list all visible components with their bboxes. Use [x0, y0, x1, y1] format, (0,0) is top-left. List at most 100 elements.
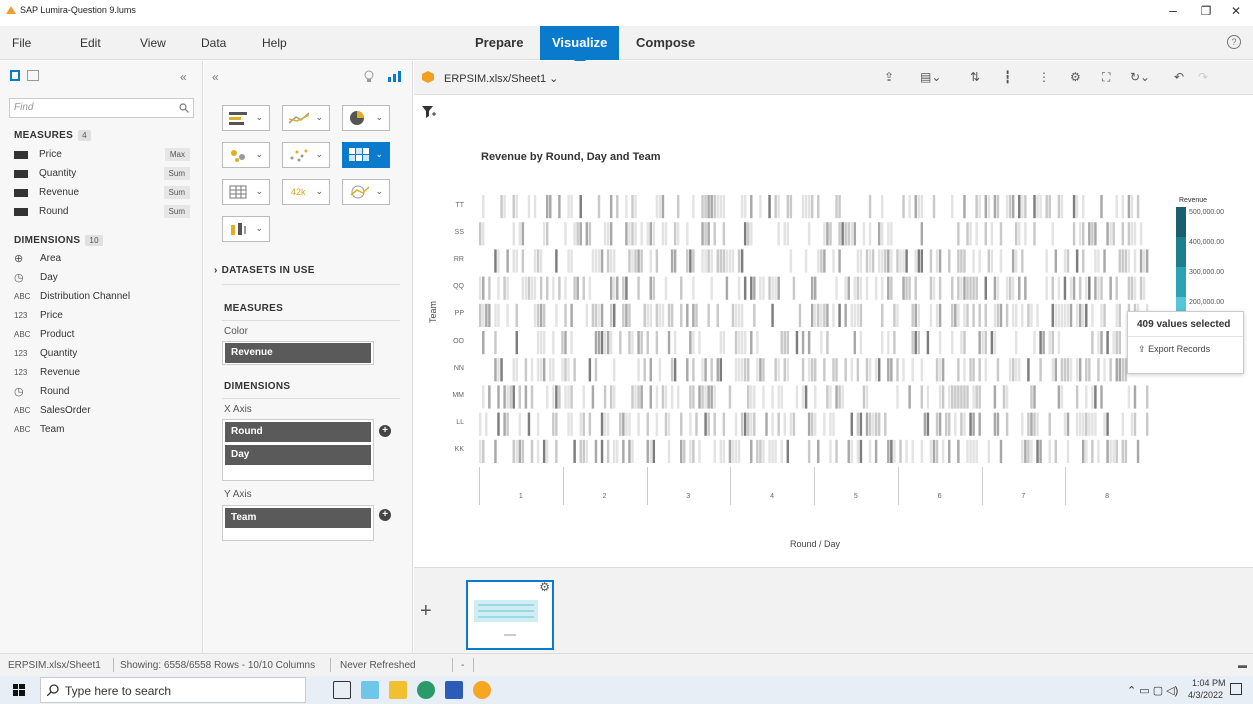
heatmap-cell[interactable] — [609, 385, 613, 409]
heatmap-cell[interactable] — [896, 303, 899, 327]
heatmap-cell[interactable] — [564, 222, 567, 246]
heatmap-cell[interactable] — [1097, 439, 1100, 463]
heatmap-cell[interactable] — [695, 412, 698, 436]
heatmap-cell[interactable] — [908, 385, 911, 409]
heatmap-cell[interactable] — [917, 331, 920, 355]
heatmap-cell[interactable] — [786, 222, 790, 246]
heatmap-cell[interactable] — [549, 358, 552, 382]
heatmap-cell[interactable] — [743, 331, 747, 355]
heatmap-cell[interactable] — [740, 303, 744, 327]
heatmap-cell[interactable] — [777, 358, 780, 382]
heatmap-cell[interactable] — [652, 439, 656, 463]
heatmap-cell[interactable] — [743, 276, 747, 300]
heatmap-cell[interactable] — [536, 331, 540, 355]
heatmap-cell[interactable] — [564, 331, 567, 355]
heatmap-cell[interactable] — [826, 303, 829, 327]
heatmap-cell[interactable] — [954, 303, 957, 327]
heatmap-cell[interactable] — [1133, 385, 1137, 409]
heatmap-cell[interactable] — [972, 439, 975, 463]
heatmap-cell[interactable] — [719, 249, 723, 273]
heatmap-cell[interactable] — [683, 439, 686, 463]
heatmap-cell[interactable] — [546, 276, 549, 300]
heatmap-cell[interactable] — [960, 276, 963, 300]
heatmap-cell[interactable] — [987, 195, 991, 219]
heatmap-cell[interactable] — [701, 195, 704, 219]
heatmap-cell[interactable] — [978, 331, 981, 355]
heatmap-cell[interactable] — [692, 195, 695, 219]
heatmap-cell[interactable] — [996, 303, 1000, 327]
heatmap-cell[interactable] — [908, 276, 911, 300]
heatmap-cell[interactable] — [951, 385, 954, 409]
heatmap-cell[interactable] — [963, 249, 966, 273]
heatmap-cell[interactable] — [631, 439, 634, 463]
dimension-item[interactable]: ABC Product — [14, 327, 194, 345]
heatmap-cell[interactable] — [1011, 195, 1015, 219]
heatmap-cell[interactable] — [868, 439, 872, 463]
heatmap-cell[interactable] — [640, 385, 643, 409]
heatmap-cell[interactable] — [1063, 412, 1067, 436]
heatmap-cell[interactable] — [482, 385, 485, 409]
heatmap-cell[interactable] — [814, 385, 817, 409]
heatmap-cell[interactable] — [1060, 358, 1064, 382]
heatmap-cell[interactable] — [948, 385, 951, 409]
heatmap-cell[interactable] — [1036, 195, 1039, 219]
comment-icon[interactable]: ▬ — [1238, 660, 1247, 670]
heatmap-cell[interactable] — [1024, 439, 1027, 463]
heatmap-cell[interactable] — [856, 276, 860, 300]
heatmap-cell[interactable] — [948, 412, 951, 436]
heatmap-cell[interactable] — [966, 222, 969, 246]
heatmap-cell[interactable] — [609, 195, 613, 219]
find-input[interactable]: Find — [9, 98, 194, 118]
lightbulb-icon[interactable] — [364, 70, 374, 83]
heatmap-cell[interactable] — [710, 249, 713, 273]
heatmap-cell[interactable] — [1033, 385, 1036, 409]
heatmap-cell[interactable] — [622, 439, 625, 463]
heatmap-cell[interactable] — [868, 412, 872, 436]
heatmap-cell[interactable] — [1103, 358, 1106, 382]
heatmap-cell[interactable] — [1024, 276, 1027, 300]
heatmap-cell[interactable] — [625, 195, 628, 219]
measure-price[interactable]: Price Max — [14, 147, 190, 165]
heatmap-cell[interactable] — [1054, 358, 1058, 382]
heatmap-cell[interactable] — [725, 249, 729, 273]
heatmap-cell[interactable] — [804, 249, 808, 273]
heatmap-cell[interactable] — [865, 412, 869, 436]
heatmap-cell[interactable] — [500, 358, 503, 382]
heatmap-cell[interactable] — [777, 222, 780, 246]
heatmap-cell[interactable] — [701, 385, 704, 409]
heatmap-cell[interactable] — [996, 195, 1000, 219]
heatmap-cell[interactable] — [570, 303, 573, 327]
heatmap-cell[interactable] — [542, 222, 546, 246]
heatmap-cell[interactable] — [826, 385, 829, 409]
heatmap-cell[interactable] — [993, 385, 997, 409]
heatmap-cell[interactable] — [479, 439, 482, 463]
heatmap-cell[interactable] — [917, 195, 920, 219]
heatmap-cell[interactable] — [771, 412, 774, 436]
heatmap-cell[interactable] — [567, 195, 570, 219]
heatmap-cell[interactable] — [713, 412, 716, 436]
heatmap-cell[interactable] — [1005, 276, 1009, 300]
heatmap-cell[interactable] — [637, 358, 640, 382]
heatmap-cell[interactable] — [1121, 195, 1125, 219]
heatmap-cell[interactable] — [905, 276, 908, 300]
heatmap-cell[interactable] — [862, 385, 866, 409]
menu-view[interactable]: View — [140, 36, 166, 50]
heatmap-cell[interactable] — [993, 303, 997, 327]
heatmap-cell[interactable] — [719, 358, 723, 382]
heatmap-cell[interactable] — [1115, 276, 1118, 300]
heatmap-cell[interactable] — [625, 276, 628, 300]
heatmap-cell[interactable] — [750, 331, 753, 355]
heatmap-cell[interactable] — [707, 385, 710, 409]
file-explorer-icon[interactable] — [389, 681, 407, 699]
heatmap-cell[interactable] — [737, 303, 741, 327]
heatmap-cell[interactable] — [762, 385, 765, 409]
heatmap-cell[interactable] — [850, 439, 853, 463]
heatmap-cell[interactable] — [856, 412, 860, 436]
heatmap-cell[interactable] — [920, 358, 924, 382]
heatmap-cell[interactable] — [594, 358, 598, 382]
heatmap-cell[interactable] — [753, 412, 756, 436]
heatmap-cell[interactable] — [786, 358, 790, 382]
menu-help[interactable]: Help — [262, 36, 287, 50]
heatmap-cell[interactable] — [859, 439, 863, 463]
heatmap-cell[interactable] — [1103, 249, 1106, 273]
